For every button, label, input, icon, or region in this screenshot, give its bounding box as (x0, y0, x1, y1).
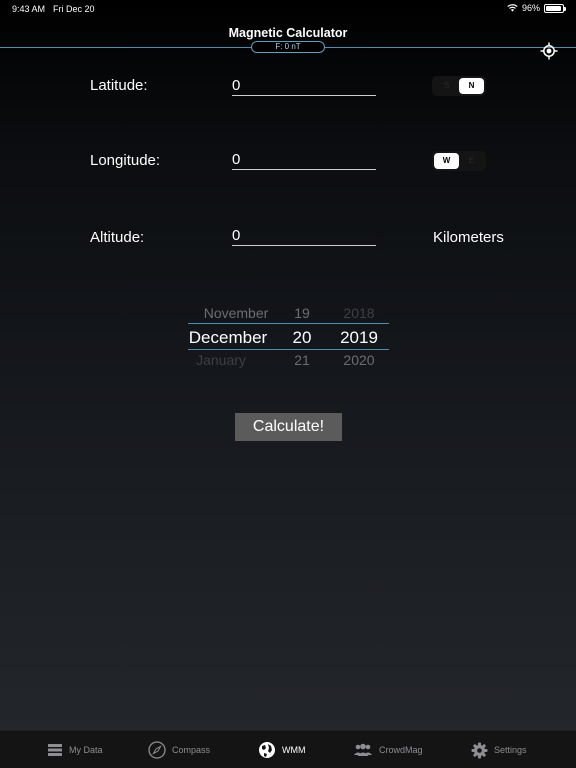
tab-wmm[interactable]: WMM (258, 740, 306, 760)
latitude-input[interactable] (232, 76, 376, 96)
altitude-input[interactable] (232, 226, 376, 246)
tab-label: CrowdMag (379, 745, 423, 755)
picker-day-next[interactable]: 21 (287, 352, 317, 368)
location-target-icon[interactable] (540, 42, 558, 60)
tab-label: Settings (494, 745, 527, 755)
battery-icon (544, 3, 566, 13)
picker-year-next[interactable]: 2020 (335, 352, 383, 368)
picker-day-selected[interactable]: 20 (287, 328, 317, 348)
crowd-icon (354, 743, 372, 756)
picker-selection-bottom-line (188, 349, 389, 350)
database-icon (48, 744, 62, 756)
tab-label: My Data (69, 745, 103, 755)
compass-icon (148, 741, 166, 759)
longitude-input[interactable] (232, 150, 376, 170)
globe-icon (259, 742, 275, 758)
tab-bar: My Data Compass WMM CrowdMag Settings (0, 730, 576, 768)
hemisphere-north-option[interactable]: N (459, 78, 484, 94)
tab-label: Compass (172, 745, 211, 755)
picker-year-prev[interactable]: 2018 (335, 305, 383, 321)
picker-year-selected[interactable]: 2019 (335, 328, 383, 348)
hemisphere-east-option[interactable]: E (459, 153, 484, 169)
battery-level (546, 5, 562, 11)
hemisphere-west-option[interactable]: W (434, 153, 459, 169)
status-time: 9:43 AM (12, 4, 46, 14)
latitude-label: Latitude: (90, 77, 148, 94)
battery-percent: 96% (521, 3, 540, 13)
tab-crowdmag[interactable]: CrowdMag (353, 740, 423, 760)
latitude-hemisphere-toggle[interactable]: S N (432, 76, 486, 96)
tab-compass[interactable]: Compass (148, 740, 210, 760)
picker-month-next[interactable]: January (180, 352, 262, 368)
picker-month-prev[interactable]: November (188, 305, 284, 321)
longitude-hemisphere-toggle[interactable]: W E (432, 151, 486, 171)
tab-settings[interactable]: Settings (471, 740, 527, 760)
picker-month-selected[interactable]: December (180, 328, 276, 348)
calculate-button[interactable]: Calculate! (235, 413, 342, 441)
picker-day-prev[interactable]: 19 (287, 305, 317, 321)
page-title: Magnetic Calculator (228, 26, 348, 40)
gear-icon (471, 742, 488, 758)
status-bar: 9:43 AM Fri Dec 20 96% (0, 0, 576, 18)
picker-selection-top-line (188, 323, 389, 324)
date-picker[interactable]: November December January 19 20 21 2018 … (180, 300, 396, 376)
tab-my-data[interactable]: My Data (47, 740, 103, 760)
altitude-label: Altitude: (90, 229, 145, 246)
nav-bar: Magnetic Calculator F: 0 nT (0, 18, 576, 60)
longitude-label: Longitude: (90, 152, 161, 169)
hemisphere-south-option[interactable]: S (434, 78, 459, 94)
altitude-unit-label: Kilometers (433, 229, 504, 246)
wifi-icon (507, 4, 518, 12)
status-indicators: 96% (507, 3, 566, 13)
tab-label: WMM (282, 745, 306, 755)
status-date: Fri Dec 20 (53, 4, 95, 14)
field-strength-badge: F: 0 nT (251, 41, 325, 53)
